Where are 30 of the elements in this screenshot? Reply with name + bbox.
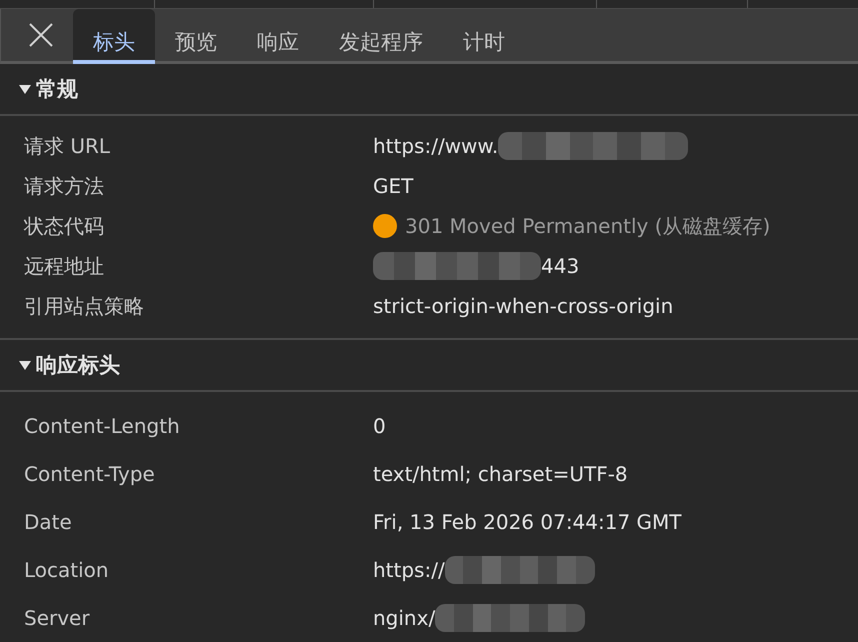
header-value: strict-origin-when-cross-origin — [373, 294, 674, 318]
section-header[interactable]: 常规 — [0, 64, 858, 116]
expanded-triangle-icon — [18, 82, 32, 96]
header-name: Server — [23, 606, 91, 630]
tab[interactable]: 响应 — [237, 9, 319, 64]
header-name: Location — [23, 558, 110, 582]
header-name: 请求方法 — [23, 172, 105, 200]
header-name: 请求 URL — [23, 132, 112, 160]
header-name: Content-Type — [23, 462, 156, 486]
tab[interactable]: 发起程序 — [319, 9, 443, 64]
close-icon — [28, 22, 54, 48]
header-value: Fri, 13 Feb 2026 07:44:17 GMT — [373, 510, 682, 534]
expanded-triangle-icon — [18, 358, 32, 372]
tab[interactable]: 预览 — [155, 9, 237, 64]
header-value: text/html; charset=UTF-8 — [373, 462, 628, 486]
header-value: https://www. — [373, 134, 498, 158]
section-header[interactable]: 响应标头 — [0, 340, 858, 392]
header-value: nginx/ — [373, 606, 436, 630]
header-name: Date — [23, 510, 73, 534]
header-name: 状态代码 — [22, 212, 105, 240]
status-text: 301 Moved Permanently (从磁盘缓存) — [405, 212, 770, 240]
header-value: 443 — [541, 254, 580, 278]
tab[interactable]: 计时 — [443, 9, 525, 64]
header-name: 远程地址 — [23, 252, 105, 280]
header-name: 引用站点策略 — [23, 292, 145, 320]
header-name: Content-Length — [23, 414, 181, 438]
header-value: 0 — [373, 414, 386, 438]
tab[interactable]: 标头 — [73, 9, 155, 64]
header-value: GET — [373, 174, 414, 198]
header-value: https:// — [373, 558, 445, 582]
